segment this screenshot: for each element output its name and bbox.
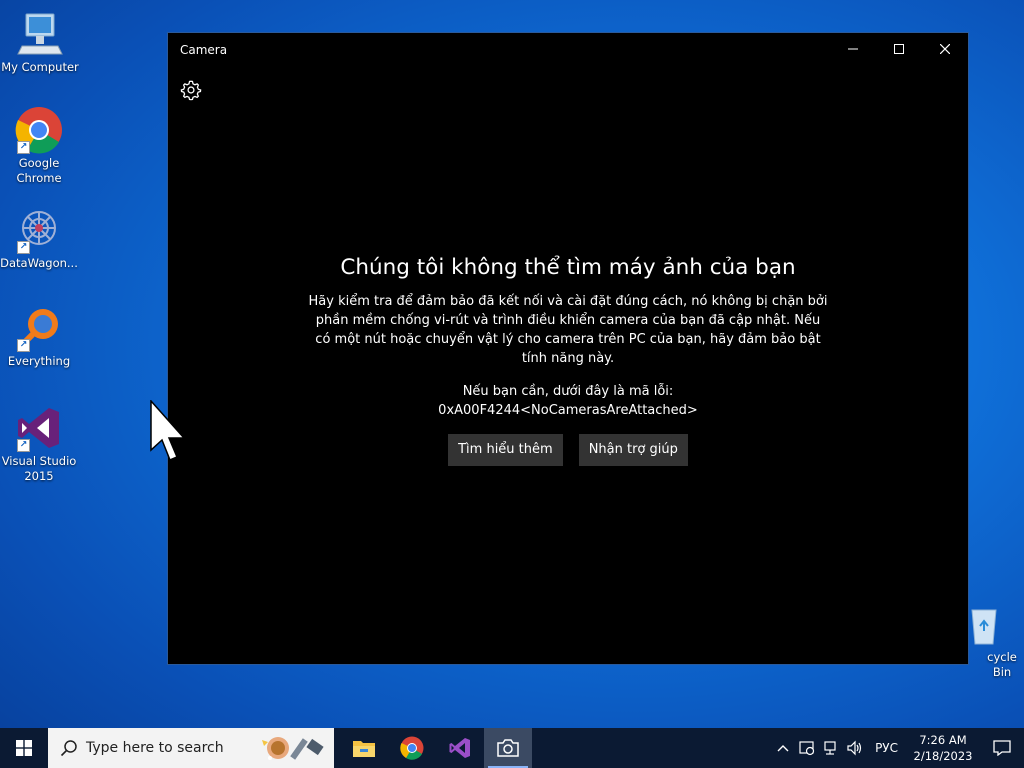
desktop-icon-label: Google Chrome: [16, 156, 62, 185]
computer-icon: [16, 10, 64, 58]
minimize-icon: [848, 48, 858, 50]
minimize-button[interactable]: [830, 33, 876, 65]
get-help-button[interactable]: Nhận trợ giúp: [578, 434, 688, 466]
settings-button[interactable]: [180, 79, 204, 103]
camera-icon: [497, 739, 519, 757]
desktop-icon-visual-studio[interactable]: ↗ Visual Studio 2015: [0, 404, 79, 484]
taskbar-search-box[interactable]: Type here to search: [48, 728, 334, 768]
desktop-icon-datawagon[interactable]: ↗ DataWagon...: [0, 206, 79, 271]
learn-more-button[interactable]: Tìm hiểu thêm: [448, 434, 563, 466]
window-title: Camera: [180, 43, 228, 57]
taskbar-chrome[interactable]: [388, 728, 436, 768]
search-placeholder: Type here to search: [86, 740, 224, 756]
windows-logo-icon: [16, 740, 32, 756]
notification-icon: [993, 740, 1011, 756]
taskbar-file-explorer[interactable]: [340, 728, 388, 768]
taskbar-camera[interactable]: [484, 728, 532, 768]
taskbar: Type here to search РУС 7:26 AM 2/18/202…: [0, 728, 1024, 768]
desktop-icon-label: My Computer: [1, 60, 79, 74]
search-icon: [60, 739, 78, 757]
action-buttons: Tìm hiểu thêm Nhận trợ giúp: [168, 434, 968, 466]
desktop-icon-label: DataWagon...: [0, 256, 78, 270]
visual-studio-icon: ↗: [15, 404, 63, 452]
title-bar[interactable]: Camera: [168, 33, 968, 67]
clock[interactable]: 7:26 AM 2/18/2023: [906, 732, 980, 764]
error-code: 0xA00F4244<NoCamerasAreAttached>: [438, 403, 698, 418]
gear-icon: [180, 80, 202, 101]
file-explorer-icon: [353, 741, 375, 757]
clock-time: 7:26 AM: [919, 733, 967, 747]
mouse-cursor-icon: [150, 399, 186, 466]
shortcut-arrow-icon: ↗: [17, 241, 30, 254]
desktop-icon-label: Everything: [7, 354, 71, 368]
error-code-intro: Nếu bạn cần, dưới đây là mã lỗi:: [462, 384, 674, 399]
datawagon-icon: ↗: [15, 206, 63, 254]
search-highlight-illustration-icon: [258, 732, 330, 764]
close-icon: [940, 44, 950, 54]
volume-icon[interactable]: [843, 728, 867, 768]
show-hidden-icons-chevron-icon[interactable]: [771, 728, 795, 768]
desktop-icon-google-chrome[interactable]: ↗ Google Chrome: [0, 106, 79, 186]
shortcut-arrow-icon: ↗: [17, 339, 30, 352]
action-center-button[interactable]: [980, 728, 1024, 768]
shortcut-arrow-icon: ↗: [17, 141, 30, 154]
camera-window: Camera Chúng tôi không thể tìm máy ảnh c…: [167, 32, 969, 665]
desktop-icon-label: Visual Studio 2015: [1, 454, 77, 483]
clock-date: 2/18/2023: [913, 749, 973, 763]
chrome-icon: ↗: [15, 106, 63, 154]
desktop-icon-my-computer[interactable]: My Computer: [0, 10, 80, 75]
shortcut-arrow-icon: ↗: [17, 439, 30, 452]
error-description: Hãy kiểm tra để đảm bảo đã kết nối và cà…: [308, 294, 828, 366]
input-language-indicator[interactable]: РУС: [875, 741, 898, 755]
visual-studio-icon: [449, 738, 470, 758]
desktop-icon-everything[interactable]: ↗ Everything: [0, 304, 79, 369]
maximize-icon: [894, 44, 904, 54]
everything-search-icon: ↗: [15, 304, 63, 352]
close-button[interactable]: [922, 33, 968, 65]
chrome-icon: [400, 736, 424, 760]
maximize-button[interactable]: [876, 33, 922, 65]
taskbar-visual-studio[interactable]: [436, 728, 484, 768]
tray-app-icon[interactable]: [795, 728, 819, 768]
start-button[interactable]: [0, 728, 48, 768]
system-tray: РУС 7:26 AM 2/18/2023: [771, 728, 1024, 768]
error-heading: Chúng tôi không thể tìm máy ảnh của bạn: [340, 255, 796, 280]
network-icon[interactable]: [819, 728, 843, 768]
error-panel: Chúng tôi không thể tìm máy ảnh của bạn …: [168, 255, 968, 466]
